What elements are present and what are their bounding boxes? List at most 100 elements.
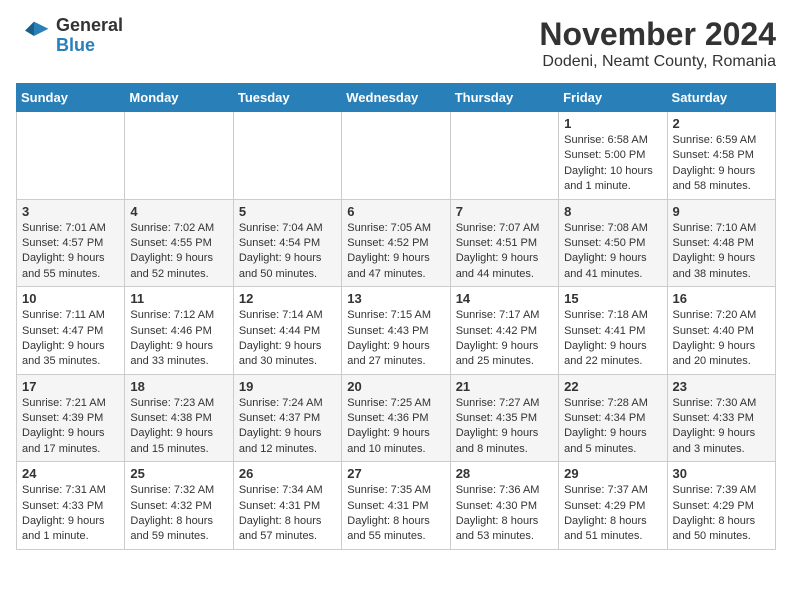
day-cell: 25Sunrise: 7:32 AM Sunset: 4:32 PM Dayli… [125,462,233,550]
day-info: Sunrise: 7:34 AM Sunset: 4:31 PM Dayligh… [239,483,336,545]
week-row-2: 10Sunrise: 7:11 AM Sunset: 4:47 PM Dayli… [17,287,776,375]
day-number: 1 [564,116,661,131]
day-number: 17 [22,379,119,394]
weekday-header-saturday: Saturday [667,84,775,112]
day-info: Sunrise: 7:37 AM Sunset: 4:29 PM Dayligh… [564,483,661,545]
day-number: 11 [130,291,227,306]
day-cell: 11 Sunrise: 7:12 AM Sunset: 4:46 PM Dayli… [125,287,233,375]
day-cell: 30 Sunrise: 7:39 AM Sunset: 4:29 PM Dayli… [667,462,775,550]
day-number: 21 [456,379,553,394]
day-cell: 17 Sunrise: 7:21 AM Sunset: 4:39 PM Dayli… [17,374,125,462]
day-cell: 13 Sunrise: 7:15 AM Sunset: 4:43 PM Dayli… [342,287,450,375]
day-number: 19 [239,379,336,394]
week-row-0: 1Sunrise: 6:58 AM Sunset: 5:00 PM Daylig… [17,112,776,200]
day-number: 25 [130,466,227,481]
week-row-1: 3 Sunrise: 7:01 AM Sunset: 4:57 PM Daylig… [17,199,776,287]
day-cell: 29Sunrise: 7:37 AM Sunset: 4:29 PM Dayli… [559,462,667,550]
day-info: Sunrise: 7:28 AM Sunset: 4:34 PM Dayligh… [564,396,661,458]
day-number: 2 [673,116,770,131]
logo-icon [16,18,52,54]
day-cell: 2 Sunrise: 6:59 AM Sunset: 4:58 PM Daylig… [667,112,775,200]
logo: General Blue [16,16,123,56]
day-info: Sunrise: 7:17 AM Sunset: 4:42 PM Dayligh… [456,308,553,370]
day-cell: 22 Sunrise: 7:28 AM Sunset: 4:34 PM Dayli… [559,374,667,462]
day-info: Sunrise: 7:05 AM Sunset: 4:52 PM Dayligh… [347,221,444,283]
day-cell [125,112,233,200]
day-number: 4 [130,204,227,219]
day-number: 6 [347,204,444,219]
day-info: Sunrise: 7:23 AM Sunset: 4:38 PM Dayligh… [130,396,227,458]
day-cell: 9 Sunrise: 7:10 AM Sunset: 4:48 PM Daylig… [667,199,775,287]
weekday-header-thursday: Thursday [450,84,558,112]
day-info: Sunrise: 7:02 AM Sunset: 4:55 PM Dayligh… [130,221,227,283]
day-number: 24 [22,466,119,481]
day-info: Sunrise: 7:24 AM Sunset: 4:37 PM Dayligh… [239,396,336,458]
day-cell [342,112,450,200]
day-cell: 16 Sunrise: 7:20 AM Sunset: 4:40 PM Dayli… [667,287,775,375]
day-number: 7 [456,204,553,219]
day-info: Sunrise: 6:59 AM Sunset: 4:58 PM Dayligh… [673,133,770,195]
calendar-table: SundayMondayTuesdayWednesdayThursdayFrid… [16,83,776,550]
day-number: 3 [22,204,119,219]
day-number: 20 [347,379,444,394]
day-info: Sunrise: 7:31 AM Sunset: 4:33 PM Dayligh… [22,483,119,545]
day-cell: 21 Sunrise: 7:27 AM Sunset: 4:35 PM Dayli… [450,374,558,462]
day-info: Sunrise: 7:21 AM Sunset: 4:39 PM Dayligh… [22,396,119,458]
day-cell: 28 Sunrise: 7:36 AM Sunset: 4:30 PM Dayli… [450,462,558,550]
day-info: Sunrise: 7:36 AM Sunset: 4:30 PM Dayligh… [456,483,553,545]
day-info: Sunrise: 7:11 AM Sunset: 4:47 PM Dayligh… [22,308,119,370]
day-cell: 4 Sunrise: 7:02 AM Sunset: 4:55 PM Daylig… [125,199,233,287]
day-cell: 6 Sunrise: 7:05 AM Sunset: 4:52 PM Daylig… [342,199,450,287]
day-info: Sunrise: 7:12 AM Sunset: 4:46 PM Dayligh… [130,308,227,370]
day-cell: 1Sunrise: 6:58 AM Sunset: 5:00 PM Daylig… [559,112,667,200]
weekday-header-row: SundayMondayTuesdayWednesdayThursdayFrid… [17,84,776,112]
day-cell [450,112,558,200]
day-cell: 8Sunrise: 7:08 AM Sunset: 4:50 PM Daylig… [559,199,667,287]
day-number: 30 [673,466,770,481]
day-number: 16 [673,291,770,306]
logo-line2: Blue [56,36,123,56]
day-number: 5 [239,204,336,219]
day-info: Sunrise: 7:20 AM Sunset: 4:40 PM Dayligh… [673,308,770,370]
day-cell: 3 Sunrise: 7:01 AM Sunset: 4:57 PM Daylig… [17,199,125,287]
day-number: 23 [673,379,770,394]
day-info: Sunrise: 7:15 AM Sunset: 4:43 PM Dayligh… [347,308,444,370]
weekday-header-wednesday: Wednesday [342,84,450,112]
day-info: Sunrise: 7:08 AM Sunset: 4:50 PM Dayligh… [564,221,661,283]
weekday-header-tuesday: Tuesday [233,84,341,112]
week-row-3: 17 Sunrise: 7:21 AM Sunset: 4:39 PM Dayli… [17,374,776,462]
day-info: Sunrise: 7:39 AM Sunset: 4:29 PM Dayligh… [673,483,770,545]
day-info: Sunrise: 7:10 AM Sunset: 4:48 PM Dayligh… [673,221,770,283]
month-title: November 2024 [539,16,776,53]
day-cell: 27Sunrise: 7:35 AM Sunset: 4:31 PM Dayli… [342,462,450,550]
day-number: 28 [456,466,553,481]
day-number: 22 [564,379,661,394]
day-info: Sunrise: 7:18 AM Sunset: 4:41 PM Dayligh… [564,308,661,370]
day-info: Sunrise: 7:27 AM Sunset: 4:35 PM Dayligh… [456,396,553,458]
day-info: Sunrise: 7:35 AM Sunset: 4:31 PM Dayligh… [347,483,444,545]
day-cell [233,112,341,200]
day-cell: 7Sunrise: 7:07 AM Sunset: 4:51 PM Daylig… [450,199,558,287]
weekday-header-friday: Friday [559,84,667,112]
day-cell: 24 Sunrise: 7:31 AM Sunset: 4:33 PM Dayli… [17,462,125,550]
day-info: Sunrise: 7:01 AM Sunset: 4:57 PM Dayligh… [22,221,119,283]
day-cell: 20 Sunrise: 7:25 AM Sunset: 4:36 PM Dayli… [342,374,450,462]
day-cell: 5 Sunrise: 7:04 AM Sunset: 4:54 PM Daylig… [233,199,341,287]
day-number: 26 [239,466,336,481]
day-info: Sunrise: 7:25 AM Sunset: 4:36 PM Dayligh… [347,396,444,458]
day-number: 14 [456,291,553,306]
day-number: 15 [564,291,661,306]
day-number: 12 [239,291,336,306]
day-cell: 23Sunrise: 7:30 AM Sunset: 4:33 PM Dayli… [667,374,775,462]
day-number: 13 [347,291,444,306]
day-cell: 18Sunrise: 7:23 AM Sunset: 4:38 PM Dayli… [125,374,233,462]
week-row-4: 24 Sunrise: 7:31 AM Sunset: 4:33 PM Dayli… [17,462,776,550]
day-info: Sunrise: 7:04 AM Sunset: 4:54 PM Dayligh… [239,221,336,283]
day-number: 9 [673,204,770,219]
day-info: Sunrise: 7:14 AM Sunset: 4:44 PM Dayligh… [239,308,336,370]
day-cell [17,112,125,200]
day-cell: 14 Sunrise: 7:17 AM Sunset: 4:42 PM Dayli… [450,287,558,375]
location-title: Dodeni, Neamt County, Romania [539,53,776,71]
day-cell: 26 Sunrise: 7:34 AM Sunset: 4:31 PM Dayli… [233,462,341,550]
weekday-header-monday: Monday [125,84,233,112]
